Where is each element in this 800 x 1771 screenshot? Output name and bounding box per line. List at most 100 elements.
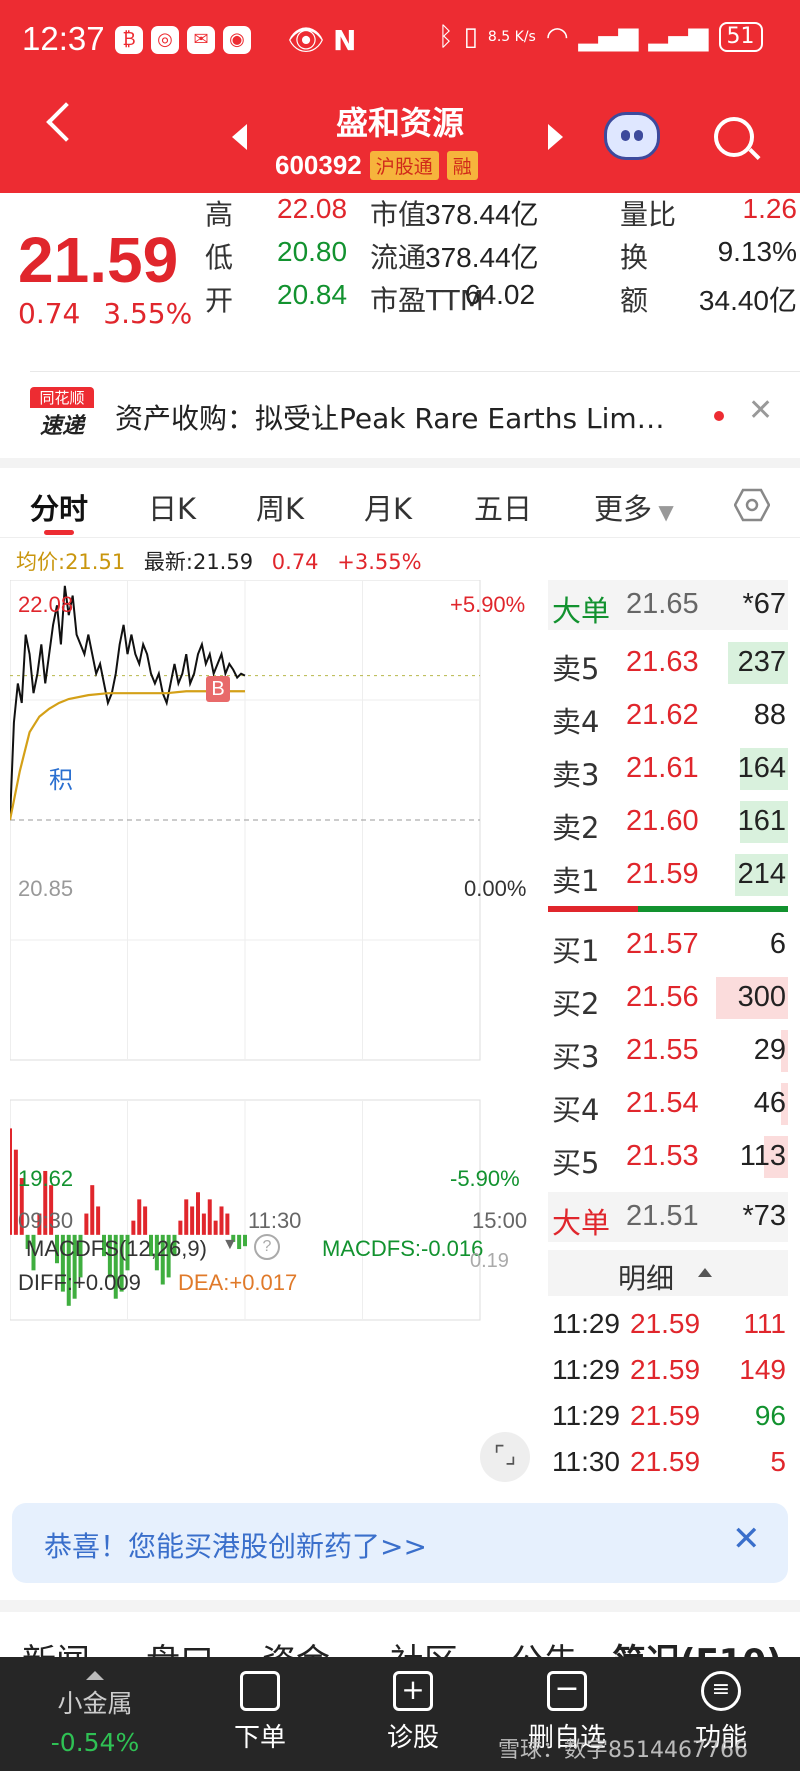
intraday-chart[interactable] bbox=[8, 579, 545, 1485]
change-percent: 3.55% bbox=[103, 297, 193, 330]
bid-label: 买5 bbox=[552, 1146, 600, 1180]
big-order-volume: *73 bbox=[742, 1200, 786, 1232]
diagnose-button[interactable]: + 诊股 bbox=[358, 1671, 468, 1754]
ask-label: 卖5 bbox=[552, 652, 600, 686]
status-notification-icons: ₿ ◎ ✉ ◉ bbox=[115, 26, 251, 54]
menu-icon: ≡ bbox=[701, 1671, 741, 1711]
settings-hexagon-icon[interactable] bbox=[734, 488, 770, 522]
chart-marker-buy[interactable]: B bbox=[206, 676, 230, 702]
order-button[interactable]: 下单 bbox=[205, 1671, 315, 1754]
help-icon[interactable]: ? bbox=[254, 1234, 280, 1260]
status-right-icons: ᛒ ▯ 8.5 K/s ◠ ▂▄▆ ▂▄▆ 51 bbox=[438, 22, 763, 52]
order-book: 大单 21.65 *67 卖5 21.63 237 卖4 21.62 88 卖3 21.61 1… bbox=[548, 580, 788, 1490]
y-pct-label: 0.00% bbox=[464, 876, 527, 901]
big-order-buy-row: 大单 21.51 *73 bbox=[548, 1192, 788, 1242]
chevron-up-icon bbox=[698, 1268, 712, 1277]
intraday-info-line: 均价:21.51 最新:21.59 0.74 +3.55% bbox=[16, 546, 434, 576]
ask-label: 卖1 bbox=[552, 864, 600, 898]
ask-label: 卖3 bbox=[552, 758, 600, 792]
quote-value: 22.08 bbox=[277, 193, 348, 224]
trade-price: 21.59 bbox=[630, 1354, 701, 1385]
trade-detail-header[interactable]: 明细 bbox=[548, 1250, 788, 1296]
change-amount: 0.74 bbox=[18, 297, 81, 330]
bid-vol: 46 bbox=[753, 1087, 786, 1119]
bid-row[interactable]: 买1 21.57 6 bbox=[548, 920, 788, 970]
quote-value: 9.13% bbox=[717, 236, 797, 267]
avg-price-label: 均价:21.51 bbox=[16, 550, 126, 574]
ask-row[interactable]: 卖1 21.59 214 bbox=[548, 850, 788, 900]
news-headline[interactable]: 资产收购：拟受让Peak Rare Earths Lim… bbox=[115, 397, 705, 437]
news-ticker[interactable]: 同花顺 速递 资产收购：拟受让Peak Rare Earths Lim… ✕ bbox=[0, 373, 800, 458]
bid-row[interactable]: 买4 21.54 46 bbox=[548, 1079, 788, 1129]
diagnose-label: 诊股 bbox=[386, 1723, 439, 1753]
macd-bar bbox=[243, 1234, 247, 1247]
quote-label: 高 bbox=[205, 198, 234, 231]
tab-more[interactable]: 更多 ▼ bbox=[594, 486, 674, 528]
promo-text[interactable]: 恭喜！您能买港股创新药了>> bbox=[44, 1525, 427, 1565]
macd-bar bbox=[201, 1213, 206, 1235]
diff-value: DIFF:+0.009 bbox=[18, 1270, 141, 1295]
tab-five-day[interactable]: 五日 bbox=[474, 486, 532, 528]
app-notification-icon: ₿ bbox=[115, 26, 143, 54]
sector-indicator[interactable]: 小金属 -0.54% bbox=[30, 1671, 160, 1757]
section-gap bbox=[0, 458, 800, 468]
ai-robot-icon[interactable] bbox=[604, 112, 660, 160]
ask-price: 21.62 bbox=[626, 699, 699, 731]
content-tabs: 新闻 盘口 资金 社区 公告 简况(F10) bbox=[0, 1612, 800, 1660]
quote-panel: 21.59 0.74 3.55% 高 22.08 市值 378.44亿 量比 1… bbox=[0, 193, 800, 373]
back-arrow-icon[interactable] bbox=[46, 102, 86, 142]
x-tick-label: 11:30 bbox=[248, 1208, 302, 1233]
nfc-icon: N bbox=[333, 24, 357, 57]
macd-indicator-name[interactable]: MACDFS(12,26,9) bbox=[26, 1236, 207, 1262]
ask-row[interactable]: 卖2 21.60 161 bbox=[548, 797, 788, 847]
tab-monthly-k[interactable]: 月K bbox=[364, 486, 412, 528]
ask-price: 21.63 bbox=[626, 646, 699, 678]
tab-daily-k[interactable]: 日K bbox=[148, 486, 196, 528]
macd-bar bbox=[225, 1213, 230, 1235]
bottom-action-bar: 小金属 -0.54% 下单 + 诊股 − 删自选 ≡ 功能 雪球：数字85144… bbox=[0, 1657, 800, 1771]
bid-price: 21.53 bbox=[626, 1140, 699, 1172]
ask-row[interactable]: 卖4 21.62 88 bbox=[548, 691, 788, 741]
ask-row[interactable]: 卖5 21.63 237 bbox=[548, 638, 788, 688]
quote-label: 流通 bbox=[370, 241, 427, 274]
chevron-down-icon: ▼ bbox=[652, 500, 674, 524]
bid-price: 21.57 bbox=[626, 928, 699, 960]
app-notification-icon: ◎ bbox=[151, 26, 179, 54]
change-label: 0.74 bbox=[271, 550, 319, 574]
bid-row[interactable]: 买5 21.53 113 bbox=[548, 1132, 788, 1182]
bid-row[interactable]: 买3 21.55 29 bbox=[548, 1026, 788, 1076]
ask-row[interactable]: 卖3 21.61 164 bbox=[548, 744, 788, 794]
order-label: 下单 bbox=[233, 1723, 286, 1753]
dropdown-arrow-icon[interactable]: ▼ bbox=[222, 1236, 238, 1254]
bid-row[interactable]: 买2 21.56 300 bbox=[548, 973, 788, 1023]
trade-row: 11:29 21.59 111 bbox=[548, 1302, 788, 1352]
macd-axis-top: 0.19 bbox=[470, 1250, 509, 1272]
close-icon[interactable]: ✕ bbox=[748, 393, 773, 428]
stock-subtitle: 600392 沪股通 融 bbox=[275, 150, 478, 181]
trade-price: 21.59 bbox=[630, 1308, 701, 1339]
quote-value: 20.84 bbox=[277, 279, 348, 310]
sector-name: 小金属 bbox=[57, 1689, 133, 1718]
shgt-tag: 沪股通 bbox=[369, 151, 439, 180]
bid-label: 买4 bbox=[552, 1093, 600, 1127]
network-speed: 8.5 K/s bbox=[487, 28, 536, 45]
intraday-chart-area[interactable]: 22.08 20.85 19.62 +5.90% 0.00% -5.90% 09… bbox=[8, 579, 545, 1485]
news-logo: 同花顺 速递 bbox=[30, 387, 94, 445]
search-icon[interactable] bbox=[714, 117, 754, 157]
next-stock-arrow-icon[interactable] bbox=[548, 124, 563, 150]
macd-bar bbox=[178, 1220, 183, 1235]
promo-banner[interactable]: 恭喜！您能买港股创新药了>> ✕ bbox=[12, 1503, 788, 1583]
trade-vol: 111 bbox=[743, 1308, 786, 1339]
app-notification-icon: ◉ bbox=[223, 26, 251, 54]
chart-marker-ji[interactable]: 积 bbox=[49, 760, 73, 795]
divider bbox=[30, 371, 800, 372]
close-icon[interactable]: ✕ bbox=[732, 1519, 761, 1559]
quote-value: 20.80 bbox=[277, 236, 348, 267]
ask-vol: 164 bbox=[737, 752, 786, 784]
previous-stock-arrow-icon[interactable] bbox=[232, 124, 247, 150]
tab-intraday[interactable]: 分时 bbox=[30, 486, 88, 528]
bluetooth-icon: ᛒ bbox=[438, 22, 454, 52]
bid-vol: 113 bbox=[739, 1140, 786, 1172]
tab-weekly-k[interactable]: 周K bbox=[256, 486, 304, 528]
fullscreen-icon[interactable]: ⌜⌟ bbox=[480, 1432, 530, 1482]
